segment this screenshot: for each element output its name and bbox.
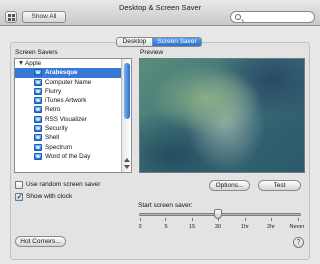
screen-saver-icon xyxy=(34,87,42,95)
screen-savers-label: Screen Savers xyxy=(15,49,58,56)
screen-saver-icon xyxy=(34,69,42,77)
list-item[interactable]: iTunes Artwork xyxy=(15,96,131,105)
scroll-down-arrow-icon[interactable] xyxy=(124,165,130,169)
random-saver-label: Use random screen saver xyxy=(26,181,101,188)
list-item-label: Shell xyxy=(45,134,60,142)
list-item[interactable]: Spectrum xyxy=(15,143,131,152)
tick-label: 1hr xyxy=(240,224,250,230)
tick-label: 3 xyxy=(138,224,142,230)
hot-corners-button[interactable]: Hot Corners... xyxy=(15,236,66,247)
slider-knob[interactable] xyxy=(214,209,222,219)
title-bar: Desktop & Screen Saver Show All xyxy=(0,0,320,26)
list-item-label: Arabesque xyxy=(45,69,78,77)
list-item[interactable]: Retro xyxy=(15,105,131,114)
scrollbar-thumb[interactable] xyxy=(124,63,130,119)
screen-saver-icon xyxy=(34,143,42,151)
preferences-window: Desktop & Screen Saver Show All Desktop … xyxy=(0,0,320,264)
list-item[interactable]: Computer Name xyxy=(15,78,131,87)
options-button[interactable]: Options... xyxy=(209,180,250,191)
list-item[interactable]: Arabesque xyxy=(15,68,131,78)
preview-image xyxy=(139,58,305,173)
tab-bar: Desktop Screen Saver xyxy=(116,37,202,47)
show-all-button[interactable]: Show All xyxy=(22,11,66,23)
screen-saver-icon xyxy=(34,78,42,86)
tick-label: 5 xyxy=(164,224,168,230)
tab-screen-saver[interactable]: Screen Saver xyxy=(153,38,201,46)
screen-saver-icon xyxy=(34,97,42,105)
list-scrollbar[interactable] xyxy=(121,59,131,172)
search-input[interactable] xyxy=(230,11,315,23)
list-item[interactable]: RSS Visualizer xyxy=(15,115,131,124)
grid-icon[interactable] xyxy=(5,11,17,23)
tick-label: 2hr xyxy=(266,224,276,230)
screen-saver-icon xyxy=(34,106,42,114)
screen-saver-icon xyxy=(34,152,42,160)
list-item-label: Retro xyxy=(45,106,61,114)
screen-saver-icon xyxy=(34,115,42,123)
tick-label: 15 xyxy=(188,224,196,230)
list-group-apple[interactable]: Apple xyxy=(15,59,131,68)
help-icon[interactable]: ? xyxy=(293,237,304,248)
list-item-label: Word of the Day xyxy=(45,152,91,160)
screen-saver-list[interactable]: Apple Arabesque Computer Name Flurry iTu… xyxy=(14,58,132,173)
tab-desktop[interactable]: Desktop xyxy=(117,38,153,46)
list-item[interactable]: Flurry xyxy=(15,87,131,96)
list-item-label: Security xyxy=(45,125,68,133)
list-item[interactable]: Word of the Day xyxy=(15,152,131,161)
screen-saver-icon xyxy=(34,134,42,142)
preview-label: Preview xyxy=(140,49,164,56)
test-button[interactable]: Test xyxy=(258,180,301,191)
show-clock-checkbox[interactable] xyxy=(15,192,23,201)
list-item-label: Spectrum xyxy=(45,143,72,151)
disclosure-triangle-icon[interactable] xyxy=(19,61,23,65)
list-item-label: iTunes Artwork xyxy=(45,97,87,105)
list-item-label: Flurry xyxy=(45,87,62,95)
search-icon xyxy=(235,14,241,20)
scroll-up-arrow-icon[interactable] xyxy=(124,158,130,162)
random-saver-checkbox[interactable] xyxy=(15,181,23,189)
group-label: Apple xyxy=(25,60,42,67)
show-clock-label: Show with clock xyxy=(26,193,73,200)
start-saver-label: Start screen saver: xyxy=(138,202,193,209)
tick-label: Never xyxy=(289,224,305,230)
list-item-label: RSS Visualizer xyxy=(45,115,87,123)
screen-saver-icon xyxy=(34,125,42,133)
tick-label: 30 xyxy=(214,224,222,230)
list-item-label: Computer Name xyxy=(45,78,92,86)
list-item[interactable]: Shell xyxy=(15,133,131,142)
list-item[interactable]: Security xyxy=(15,124,131,133)
